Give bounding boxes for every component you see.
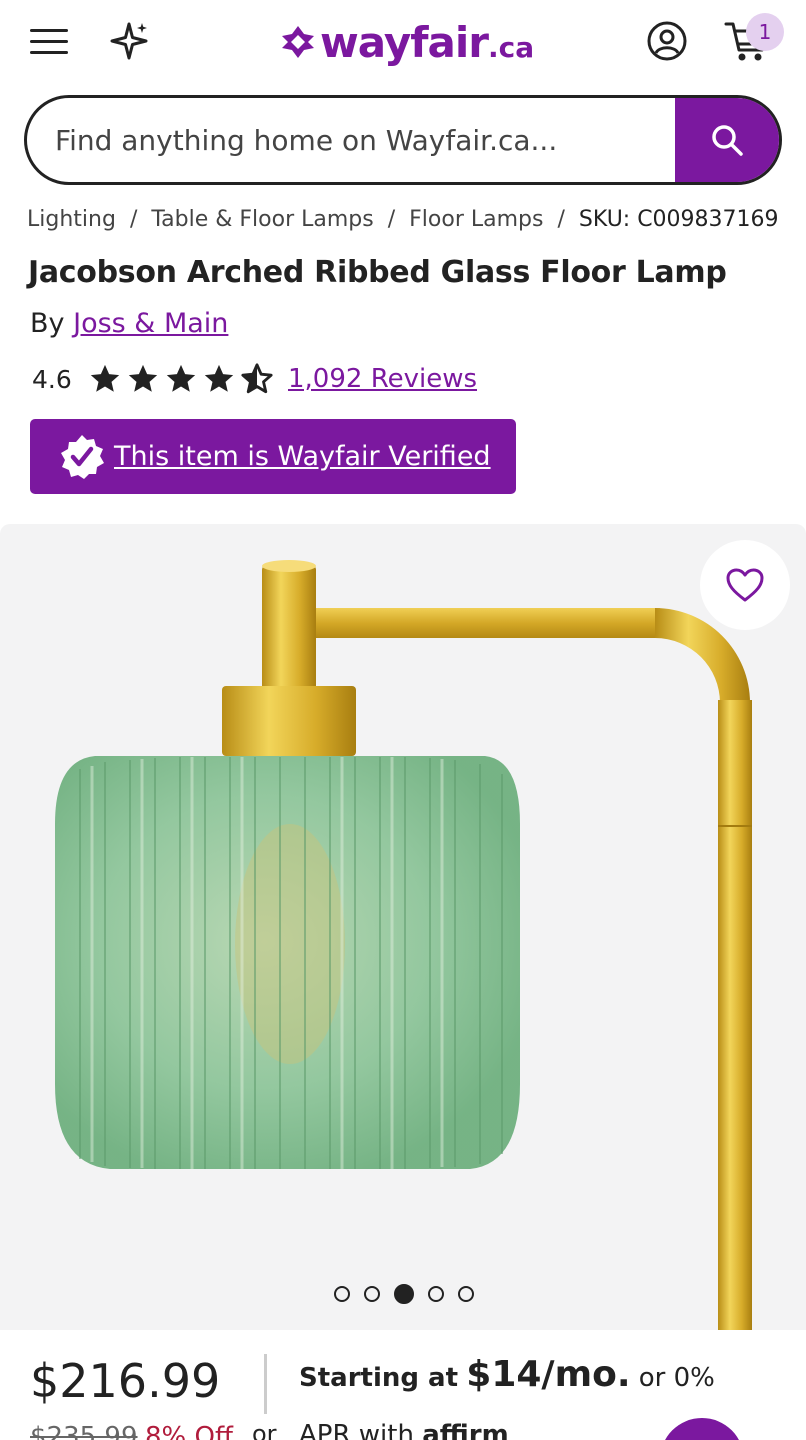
breadcrumb-separator: /: [557, 207, 565, 232]
gallery-dot-5[interactable]: [458, 1286, 474, 1302]
floating-action-button[interactable]: [660, 1418, 744, 1440]
reviews-link[interactable]: 1,092 Reviews: [288, 364, 477, 394]
original-price: $235.99: [30, 1422, 138, 1440]
breadcrumb-table-floor-lamps[interactable]: Table & Floor Lamps: [151, 207, 373, 232]
sale-price: $216.99: [30, 1354, 221, 1408]
star-full-icon: [90, 364, 120, 392]
star-full-icon: [166, 364, 196, 392]
product-image-gallery[interactable]: [0, 524, 806, 1330]
apr-text: APR with: [299, 1420, 414, 1440]
product-title: Jacobson Arched Ribbed Glass Floor Lamp: [28, 255, 727, 290]
brand-byline: By Joss & Main: [30, 308, 228, 339]
rating-value: 4.6: [32, 364, 72, 394]
gallery-dot-2[interactable]: [364, 1286, 380, 1302]
sparkle-icon[interactable]: [108, 20, 150, 62]
financing-offer: Starting at $14/mo. or 0%: [299, 1354, 715, 1395]
or-label: or: [252, 1420, 277, 1440]
price-divider: [264, 1354, 267, 1414]
account-icon[interactable]: [646, 20, 688, 62]
financing-prefix: Starting at: [299, 1363, 459, 1393]
discount-label: 8% Off: [145, 1422, 233, 1440]
financing-suffix: or 0%: [638, 1363, 715, 1393]
financing-amount: $14/mo.: [466, 1354, 631, 1395]
wayfair-logo-mark-icon: [282, 26, 314, 58]
apr-line: APR with affirm: [299, 1420, 509, 1440]
heart-icon: [726, 568, 764, 602]
verified-badge-icon: [61, 434, 104, 479]
wayfair-verified-button[interactable]: This item is Wayfair Verified: [30, 419, 516, 494]
search-button[interactable]: [675, 98, 779, 182]
search-input[interactable]: [27, 98, 675, 182]
search-bar: [24, 95, 782, 185]
star-full-icon: [204, 364, 234, 392]
top-bar: wayfair .ca 1: [0, 0, 806, 84]
favorite-button[interactable]: [700, 540, 790, 630]
sku-label: SKU: C009837169: [578, 207, 779, 232]
star-rating[interactable]: [88, 362, 274, 396]
gallery-dot-1[interactable]: [334, 1286, 350, 1302]
gallery-dot-3-active[interactable]: [394, 1284, 414, 1304]
search-icon: [712, 125, 743, 156]
gallery-dot-4[interactable]: [428, 1286, 444, 1302]
affirm-logo[interactable]: affirm: [422, 1420, 508, 1440]
cart-count-badge: 1: [746, 13, 784, 51]
gallery-pagination: [334, 1284, 474, 1304]
hamburger-menu-icon[interactable]: [30, 26, 68, 56]
verified-label: This item is Wayfair Verified: [114, 441, 491, 472]
logo-tld: .ca: [487, 30, 535, 64]
breadcrumb-floor-lamps[interactable]: Floor Lamps: [409, 207, 543, 232]
breadcrumb: Lighting / Table & Floor Lamps / Floor Lamps…: [27, 207, 779, 232]
star-full-icon: [128, 364, 158, 392]
breadcrumb-lighting[interactable]: Lighting: [27, 207, 116, 232]
rating-row: 4.6 1,092 Reviews: [32, 362, 477, 396]
breadcrumb-separator: /: [129, 207, 138, 232]
logo-text: wayfair: [320, 17, 489, 67]
product-image[interactable]: [0, 524, 806, 1330]
star-half-icon: [241, 363, 273, 394]
by-label: By: [30, 308, 65, 339]
brand-link[interactable]: Joss & Main: [73, 308, 228, 339]
wayfair-logo[interactable]: wayfair .ca: [280, 14, 534, 70]
breadcrumb-separator: /: [387, 207, 396, 232]
